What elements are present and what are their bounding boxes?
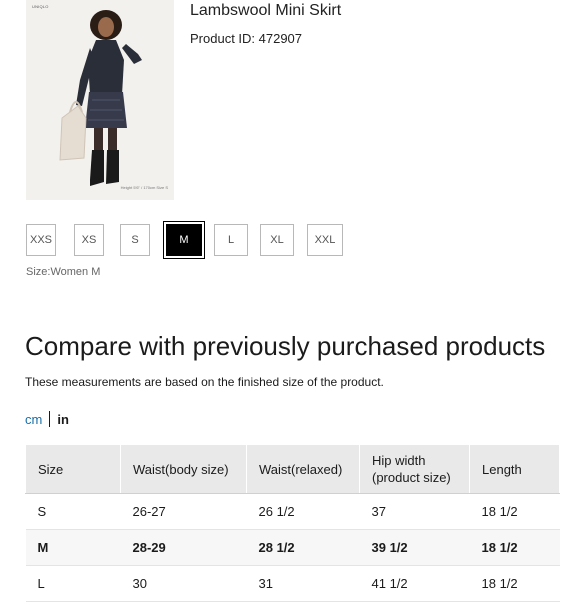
size-option-s[interactable]: S (120, 224, 150, 256)
header-length: Length (469, 444, 560, 494)
header-waist-body: Waist(body size) (120, 444, 247, 494)
cell-length: 18 1/2 (469, 493, 560, 530)
unit-in-link[interactable]: in (57, 412, 69, 427)
cell-waist-body: 30 (120, 565, 247, 602)
cell-waist-relaxed: 31 (246, 565, 360, 602)
size-option-xxl[interactable]: XXL (307, 224, 343, 256)
table-row-selected: M 28-29 28 1/2 39 1/2 18 1/2 (25, 529, 560, 566)
image-model-note: Height 5'6" / 170cm Size S (120, 185, 168, 190)
header-size: Size (25, 444, 121, 494)
size-option-xxs[interactable]: XXS (26, 224, 56, 256)
size-option-m[interactable]: M (163, 221, 205, 259)
header-hip-width: Hip width (product size) (359, 444, 470, 494)
cell-waist-relaxed: 26 1/2 (246, 493, 360, 530)
model-figure (59, 10, 142, 186)
size-option-xs[interactable]: XS (74, 224, 104, 256)
table-row: S 26-27 26 1/2 37 18 1/2 (25, 493, 560, 530)
table-row: L 30 31 41 1/2 18 1/2 (25, 565, 560, 602)
product-image[interactable]: UNIQLO Height 5'6" / 170cm Size S (26, 0, 174, 200)
measurement-table: Size Waist(body size) Waist(relaxed) Hip… (25, 444, 560, 602)
compare-heading: Compare with previously purchased produc… (25, 331, 546, 361)
unit-toggle: cm in (25, 411, 69, 427)
cell-size: M (25, 529, 121, 566)
size-option-l[interactable]: L (214, 224, 248, 256)
compare-subheading: These measurements are based on the fini… (25, 375, 384, 389)
cell-length: 18 1/2 (469, 565, 560, 602)
cell-hip-width: 41 1/2 (359, 565, 470, 602)
cell-waist-body: 26-27 (120, 493, 247, 530)
table-header-row: Size Waist(body size) Waist(relaxed) Hip… (25, 444, 560, 494)
cell-hip-width: 39 1/2 (359, 529, 470, 566)
cell-waist-body: 28-29 (120, 529, 247, 566)
selected-size-caption: Size:Women M (26, 266, 101, 278)
size-option-xl[interactable]: XL (260, 224, 294, 256)
cell-length: 18 1/2 (469, 529, 560, 566)
unit-divider (49, 411, 51, 427)
unit-cm-link[interactable]: cm (25, 412, 42, 427)
product-title: Lambswool Mini Skirt (190, 2, 342, 19)
product-id: Product ID: 472907 (190, 31, 303, 46)
cell-size: S (25, 493, 121, 530)
header-waist-relaxed: Waist(relaxed) (246, 444, 360, 494)
cell-waist-relaxed: 28 1/2 (246, 529, 360, 566)
cell-size: L (25, 565, 121, 602)
cell-hip-width: 37 (359, 493, 470, 530)
